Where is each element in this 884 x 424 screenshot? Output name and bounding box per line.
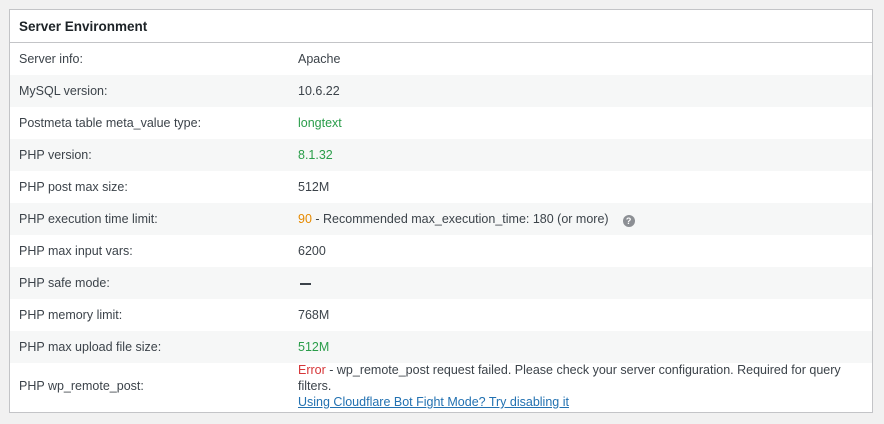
environment-table: Server info: Apache MySQL version: 10.6.… (10, 43, 872, 409)
row-label: PHP max upload file size: (19, 340, 162, 354)
row-value: 6200 (298, 244, 326, 258)
help-icon[interactable]: ? (622, 215, 635, 227)
row-value-container: 90 - Recommended max_execution_time: 180… (298, 211, 872, 227)
row-value: 10.6.22 (298, 84, 340, 98)
row-label: PHP wp_remote_post: (19, 379, 144, 393)
row-label: Postmeta table meta_value type: (19, 116, 202, 130)
row-label: PHP safe mode: (19, 276, 110, 290)
row-value: 512M (298, 340, 330, 354)
execution-time-value: 90 (298, 212, 312, 226)
panel-header: Server Environment (10, 10, 872, 43)
row-value: Apache (298, 52, 341, 66)
row-label: Server info: (19, 52, 83, 66)
error-message: - wp_remote_post request failed. Please … (298, 363, 841, 393)
table-row-postmeta-type: Postmeta table meta_value type: longtext (10, 107, 872, 139)
table-row-php-max-upload: PHP max upload file size: 512M (10, 331, 872, 363)
cloudflare-help-link[interactable]: Using Cloudflare Bot Fight Mode? Try dis… (298, 395, 569, 409)
row-value: 512M (298, 180, 330, 194)
table-row-php-memory-limit: PHP memory limit: 768M (10, 299, 872, 331)
row-value-container: Error - wp_remote_post request failed. P… (298, 362, 872, 410)
table-row-php-max-input-vars: PHP max input vars: 6200 (10, 235, 872, 267)
table-row-php-wp-remote-post: PHP wp_remote_post: Error - wp_remote_po… (10, 363, 872, 409)
server-environment-panel: Server Environment Server info: Apache M… (9, 9, 873, 413)
row-value-container (298, 275, 872, 291)
row-label: PHP post max size: (19, 180, 128, 194)
dash-icon (300, 282, 311, 285)
table-row-server-info: Server info: Apache (10, 43, 872, 75)
row-value: longtext (298, 116, 342, 130)
table-row-php-safe-mode: PHP safe mode: (10, 267, 872, 299)
table-row-mysql-version: MySQL version: 10.6.22 (10, 75, 872, 107)
table-row-php-execution-time: PHP execution time limit: 90 - Recommend… (10, 203, 872, 235)
table-row-php-post-max-size: PHP post max size: 512M (10, 171, 872, 203)
row-label: PHP version: (19, 148, 92, 162)
execution-time-note: - Recommended max_execution_time: 180 (o… (311, 212, 609, 226)
row-label: PHP max input vars: (19, 244, 133, 258)
row-value: 768M (298, 308, 330, 322)
error-status: Error (298, 363, 326, 377)
row-value: 8.1.32 (298, 148, 333, 162)
row-label: MySQL version: (19, 84, 108, 98)
row-label: PHP execution time limit: (19, 212, 158, 226)
panel-title: Server Environment (19, 18, 148, 34)
table-row-php-version: PHP version: 8.1.32 (10, 139, 872, 171)
row-label: PHP memory limit: (19, 308, 123, 322)
